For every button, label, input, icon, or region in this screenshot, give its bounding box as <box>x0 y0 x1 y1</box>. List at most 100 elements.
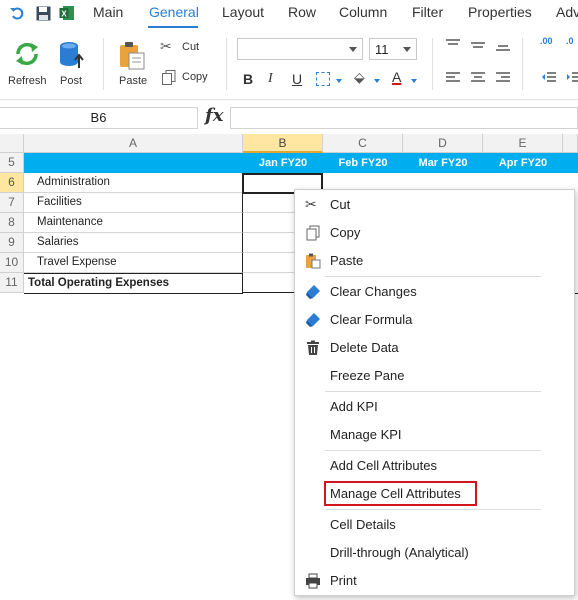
tab-column[interactable]: Column <box>339 4 387 20</box>
menu-item-delete-data[interactable]: Delete Data <box>295 334 574 362</box>
column-header-d[interactable]: D <box>403 134 483 153</box>
menu-item-label: Freeze Pane <box>330 368 405 383</box>
chevron-down-icon[interactable] <box>411 79 417 83</box>
menu-item-cell-details[interactable]: Cell Details <box>295 511 574 539</box>
underline-button[interactable]: U <box>292 71 302 87</box>
tab-general[interactable]: General <box>149 4 199 20</box>
menu-item-label: Add KPI <box>330 399 378 414</box>
tab-properties[interactable]: Properties <box>468 4 532 20</box>
row-header-5[interactable]: 5 <box>0 153 24 173</box>
tab-filter[interactable]: Filter <box>412 4 443 20</box>
align-top-icon[interactable] <box>445 38 461 52</box>
menu-item-drill-through[interactable]: Drill-through (Analytical) <box>295 539 574 567</box>
increase-decimal-button[interactable]: .00 <box>540 36 553 46</box>
menu-item-label: Delete Data <box>330 340 399 355</box>
row-header-6[interactable]: 6 <box>0 173 24 193</box>
fill-color-icon[interactable]: ⬙ <box>354 69 365 86</box>
month-header-feb[interactable]: Feb FY20 <box>323 153 403 173</box>
menu-item-add-kpi[interactable]: Add KPI <box>295 393 574 421</box>
row-header-7[interactable]: 7 <box>0 193 24 213</box>
paste-icon <box>306 253 321 269</box>
column-header-b[interactable]: B <box>243 134 323 153</box>
menu-item-clear-changes[interactable]: Clear Changes <box>295 278 574 306</box>
border-icon[interactable] <box>316 72 330 86</box>
copy-icon <box>306 225 320 241</box>
row-label-total-operating-expenses[interactable]: Total Operating Expenses <box>24 273 243 294</box>
copy-button[interactable]: Copy <box>160 69 212 87</box>
tab-row[interactable]: Row <box>288 4 316 20</box>
post-label: Post <box>60 75 83 87</box>
tab-layout[interactable]: Layout <box>222 4 264 20</box>
tab-advanced[interactable]: Adv <box>556 4 578 20</box>
decrease-decimal-button[interactable]: .0 <box>566 36 574 46</box>
eraser-icon <box>306 285 320 299</box>
paste-button[interactable]: Paste <box>115 38 149 90</box>
eraser-icon <box>306 313 320 327</box>
menu-item-copy[interactable]: Copy <box>295 219 574 247</box>
month-header-mar[interactable]: Mar FY20 <box>403 153 483 173</box>
decrease-decimal-label: .0 <box>566 36 574 46</box>
chevron-down-icon[interactable] <box>374 79 380 83</box>
menu-item-print[interactable]: Print <box>295 567 574 595</box>
row-header-11[interactable]: 11 <box>0 273 24 293</box>
menu-item-cut[interactable]: ✂ Cut <box>295 191 574 219</box>
database-upload-icon <box>60 42 84 68</box>
clipboard-icon <box>120 42 145 70</box>
menu-separator <box>325 509 541 510</box>
menu-item-freeze-pane[interactable]: Freeze Pane <box>295 362 574 390</box>
font-size-value: 11 <box>375 42 389 57</box>
menu-separator <box>325 450 541 451</box>
menu-item-paste[interactable]: Paste <box>295 247 574 275</box>
month-header-apr[interactable]: Apr FY20 <box>483 153 563 173</box>
align-bottom-icon[interactable] <box>495 38 511 52</box>
scissors-icon: ✂ <box>160 38 172 54</box>
save-icon[interactable] <box>34 4 52 22</box>
post-button[interactable]: Post <box>56 38 88 90</box>
italic-button[interactable]: I <box>268 71 273 87</box>
column-header-e[interactable]: E <box>483 134 563 153</box>
row-label-salaries[interactable]: Salaries <box>24 233 243 253</box>
menu-item-label: Drill-through (Analytical) <box>330 545 469 560</box>
undo-icon[interactable] <box>8 4 26 22</box>
row-label-travel-expense[interactable]: Travel Expense <box>24 253 243 273</box>
name-box[interactable]: B6 <box>0 107 198 129</box>
row-header-10[interactable]: 10 <box>0 253 24 273</box>
highlight-box <box>324 481 477 506</box>
refresh-button[interactable]: Refresh <box>5 38 49 90</box>
tab-main[interactable]: Main <box>93 4 123 20</box>
row-label-facilities[interactable]: Facilities <box>24 193 243 213</box>
bold-button[interactable]: B <box>243 71 253 87</box>
menu-item-manage-kpi[interactable]: Manage KPI <box>295 421 574 449</box>
ribbon-bottom-border <box>0 99 578 100</box>
chevron-down-icon <box>349 47 357 52</box>
row-header-8[interactable]: 8 <box>0 213 24 233</box>
row-label-maintenance[interactable]: Maintenance <box>24 213 243 233</box>
formula-input[interactable] <box>230 107 578 129</box>
menu-item-clear-formula[interactable]: Clear Formula <box>295 306 574 334</box>
row-header-9[interactable]: 9 <box>0 233 24 253</box>
ribbon-divider <box>103 38 104 90</box>
menu-separator <box>325 391 541 392</box>
cut-label: Cut <box>182 41 200 53</box>
column-header-a[interactable]: A <box>24 134 243 153</box>
align-middle-icon[interactable] <box>470 38 486 52</box>
font-size-select[interactable]: 11 <box>369 38 417 60</box>
column-header-c[interactable]: C <box>323 134 403 153</box>
align-left-icon[interactable] <box>445 71 461 85</box>
context-menu: ✂ Cut Copy Paste Clear Changes Clear For… <box>294 189 575 596</box>
chevron-down-icon[interactable] <box>336 79 342 83</box>
copy-icon <box>162 70 176 85</box>
font-family-select[interactable] <box>237 38 363 60</box>
indent-icon[interactable] <box>566 71 578 85</box>
select-all-corner[interactable] <box>0 134 24 153</box>
column-header-f[interactable] <box>563 134 578 153</box>
cut-button[interactable]: ✂ Cut <box>160 38 210 57</box>
excel-icon[interactable]: X <box>58 4 76 22</box>
align-right-icon[interactable] <box>495 71 511 85</box>
align-center-icon[interactable] <box>470 71 486 85</box>
outdent-icon[interactable] <box>541 71 557 85</box>
row-label-administration[interactable]: Administration <box>24 173 243 193</box>
month-header-jan[interactable]: Jan FY20 <box>243 153 323 173</box>
menu-item-add-cell-attributes[interactable]: Add Cell Attributes <box>295 452 574 480</box>
font-color-button[interactable]: A <box>392 69 401 85</box>
